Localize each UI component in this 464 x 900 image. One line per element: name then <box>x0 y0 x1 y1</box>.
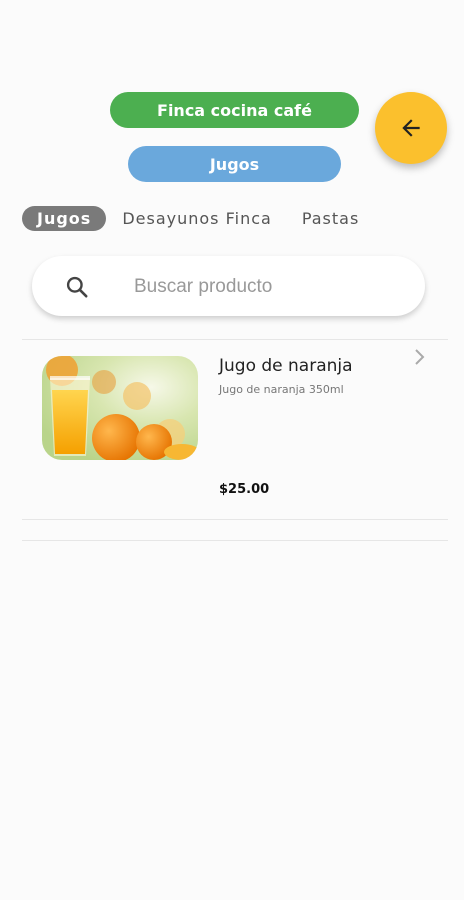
category-badge: Jugos <box>128 146 341 182</box>
search-bar[interactable] <box>32 256 425 316</box>
search-icon <box>66 276 88 298</box>
back-button[interactable] <box>375 92 447 164</box>
product-list-item[interactable]: Jugo de naranja Jugo de naranja 350ml $2… <box>22 340 448 520</box>
product-price: $25.00 <box>219 482 270 497</box>
tab-jugos[interactable]: Jugos <box>22 206 107 231</box>
list-divider-middle <box>22 519 448 520</box>
search-input[interactable] <box>132 270 416 304</box>
list-divider-bottom <box>22 540 448 541</box>
product-description: Jugo de naranja 350ml <box>219 383 344 396</box>
chevron-right-icon[interactable] <box>413 348 427 366</box>
tab-desayunos-finca[interactable]: Desayunos Finca <box>122 209 272 228</box>
product-name: Jugo de naranja <box>219 356 353 376</box>
category-label: Jugos <box>209 154 260 174</box>
arrow-left-icon <box>402 119 420 137</box>
category-tabs: Jugos Desayunos Finca Pastas <box>22 205 389 232</box>
product-image <box>42 356 198 460</box>
store-name-badge: Finca cocina café <box>110 92 359 128</box>
store-name-label: Finca cocina café <box>157 100 312 120</box>
tab-pastas[interactable]: Pastas <box>302 209 359 228</box>
